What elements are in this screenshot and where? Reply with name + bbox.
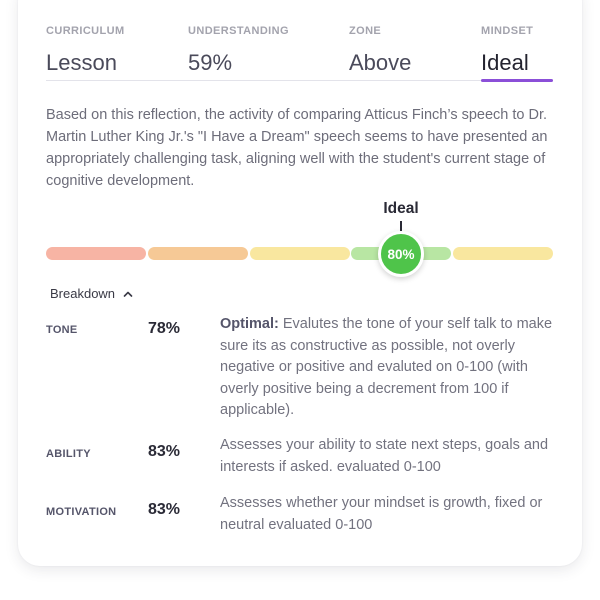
metric-label: UNDERSTANDING (188, 25, 289, 37)
mindset-gauge: Ideal 80% (46, 198, 553, 278)
gauge-value-knob: 80% (378, 231, 424, 277)
metric-label: CURRICULUM (46, 25, 125, 37)
metric-label: MINDSET (481, 25, 534, 37)
reflection-summary: Based on this reflection, the activity o… (46, 107, 548, 189)
breakdown-toggle-label: Breakdown (50, 286, 116, 301)
metric-value: 59% (188, 50, 233, 75)
tab-curriculum[interactable]: CURRICULUM Lesson (46, 25, 125, 76)
tab-mindset[interactable]: MINDSET Ideal (481, 25, 533, 76)
row-description: Assesses whether your mindset is growth,… (220, 495, 543, 533)
active-tab-indicator (481, 79, 553, 82)
row-label: MOTIVATION (46, 506, 117, 518)
tabs-divider (46, 80, 553, 81)
metric-value: Lesson (46, 50, 117, 75)
row-description: Assesses your ability to state next step… (220, 437, 549, 475)
gauge-segment (453, 247, 553, 260)
row-label: ABILITY (46, 448, 91, 460)
metric-value: Ideal (481, 50, 529, 75)
metric-value: Above (349, 50, 412, 75)
row-score: 78% (148, 320, 181, 337)
gauge-segment (46, 247, 146, 260)
breakdown-toggle[interactable]: Breakdown (50, 286, 133, 301)
row-score: 83% (148, 443, 181, 460)
gauge-segment (148, 247, 248, 260)
tab-understanding[interactable]: UNDERSTANDING 59% (188, 25, 289, 76)
row-label: TONE (46, 324, 78, 336)
metric-label: ZONE (349, 25, 382, 37)
row-description-prefix: Optimal: (220, 316, 279, 332)
chevron-up-icon (123, 291, 133, 297)
gauge-segment (250, 247, 350, 260)
row-description: Optimal: Evalutes the tone of your self … (220, 314, 556, 422)
reflection-card (18, 0, 582, 566)
gauge-marker-label: Ideal (383, 200, 419, 217)
metrics-tabs: CURRICULUM Lesson UNDERSTANDING 59% ZONE… (46, 25, 553, 82)
tab-zone[interactable]: ZONE Above (349, 25, 411, 76)
row-score: 83% (148, 501, 181, 518)
